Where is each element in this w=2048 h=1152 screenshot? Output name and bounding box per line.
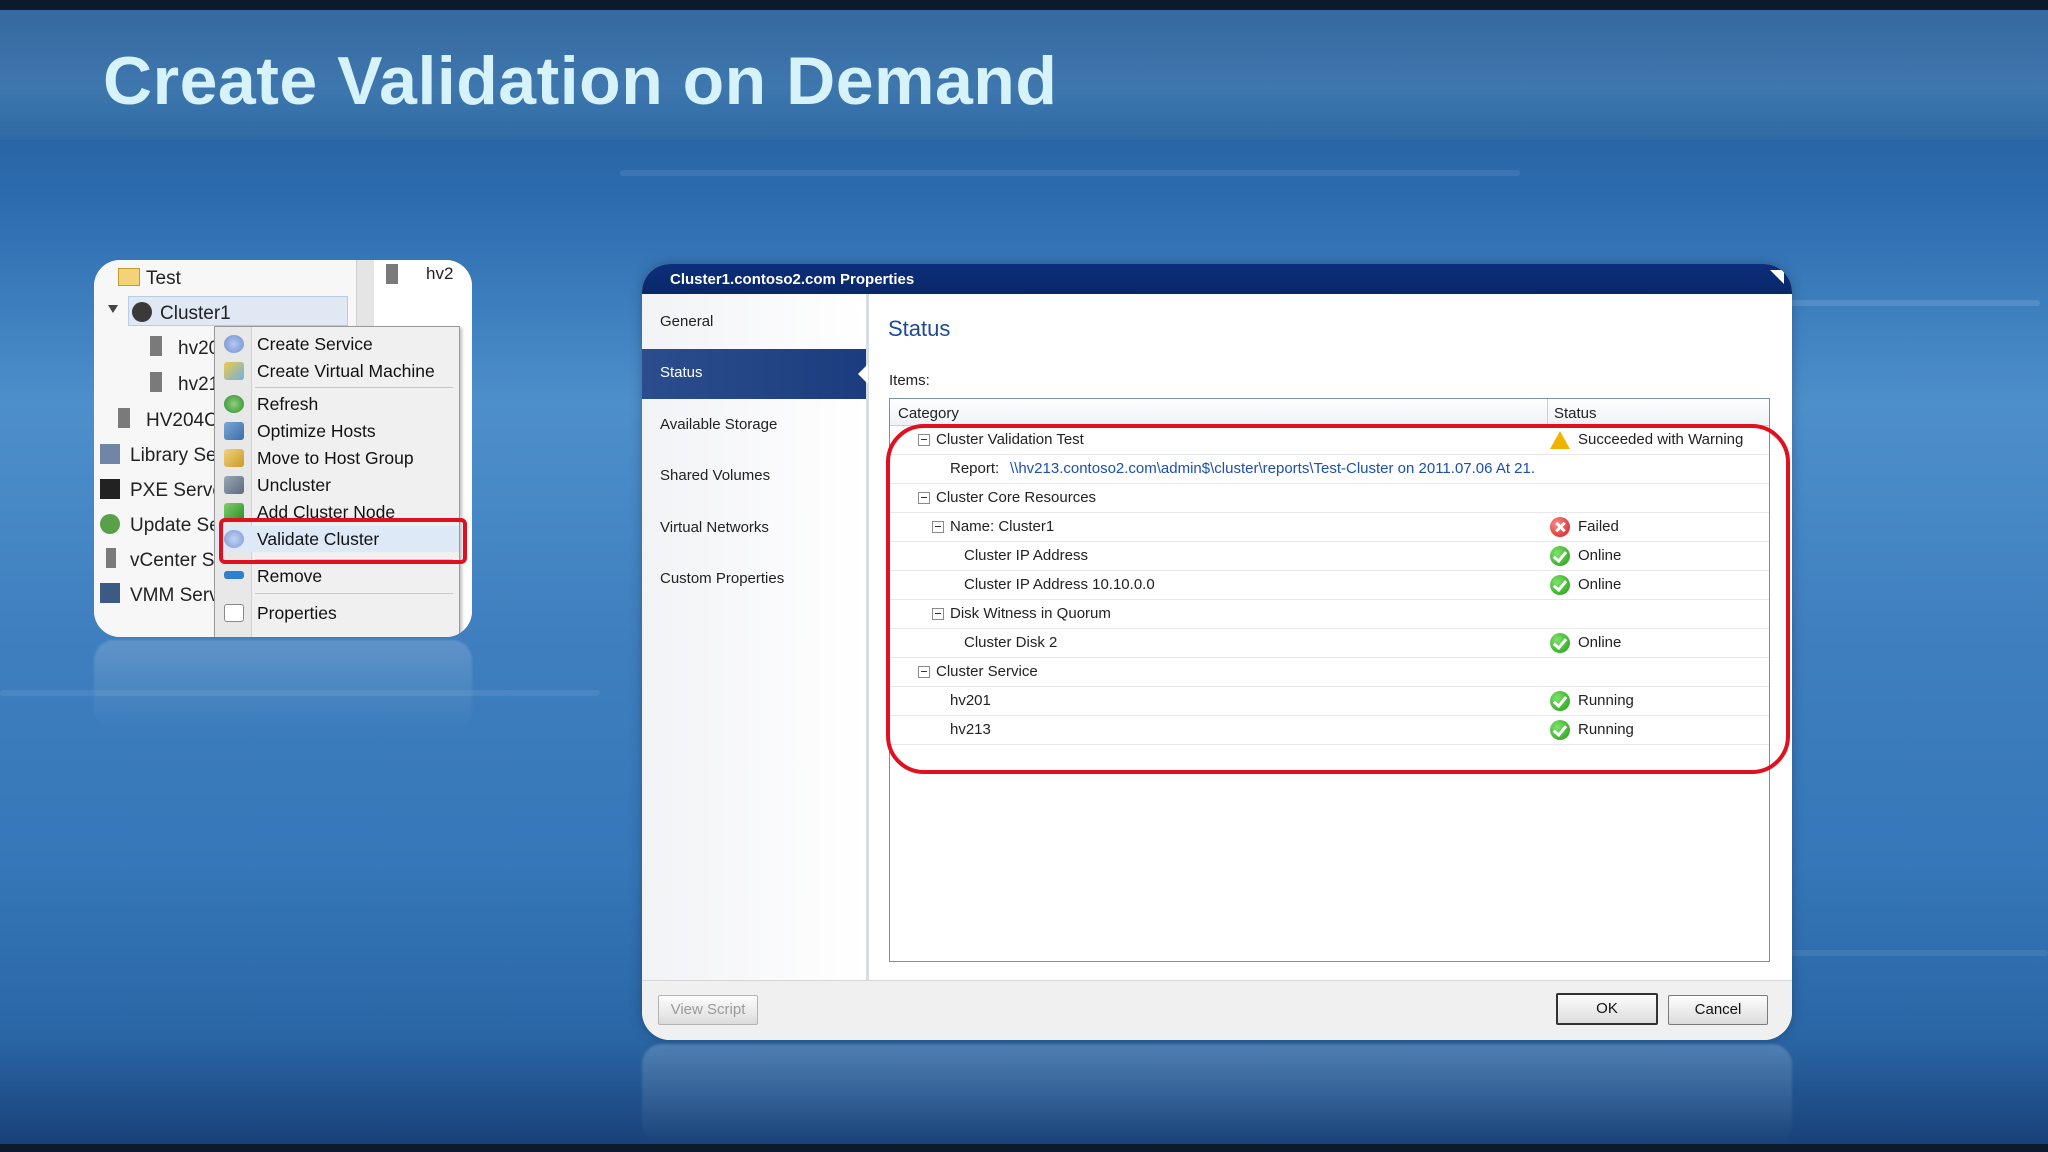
menu-separator [255, 593, 453, 594]
server-icon [106, 548, 116, 568]
create-vm-icon [224, 362, 244, 380]
vmm-tree-panel: Test Cluster1 hv20 hv21 HV204C Library S… [94, 260, 472, 637]
column-divider[interactable] [1547, 399, 1548, 425]
dialog-reflection [642, 1044, 1792, 1144]
folder-icon [118, 268, 140, 286]
menu-item-move-to-host-group[interactable]: Move to Host Group [215, 445, 459, 471]
nav-shared-volumes[interactable]: Shared Volumes [642, 452, 866, 502]
tree-item-cluster1[interactable]: Cluster1 [160, 303, 231, 325]
vmm-server-icon [100, 583, 120, 603]
cluster-icon [132, 302, 152, 322]
nav-virtual-networks[interactable]: Virtual Networks [642, 504, 866, 554]
menu-item-properties[interactable]: Properties [215, 600, 459, 626]
create-service-icon [224, 335, 244, 353]
move-to-host-group-icon [224, 449, 244, 467]
server-icon [386, 264, 398, 284]
view-script-button[interactable]: View Script [658, 995, 758, 1025]
grid-header: Category Status [890, 399, 1769, 426]
column-header-category[interactable]: Category [898, 405, 959, 422]
nav-status[interactable]: Status [642, 349, 868, 399]
optimize-hosts-icon [224, 422, 244, 440]
properties-icon [224, 604, 244, 622]
expand-arrow-icon[interactable] [108, 305, 118, 313]
pxe-server-icon [100, 479, 120, 499]
dialog-titlebar[interactable]: Cluster1.contoso2.com Properties [642, 264, 1792, 294]
top-border [0, 0, 2048, 10]
menu-item-create-virtual-machine[interactable]: Create Virtual Machine [215, 358, 459, 384]
nav-available-storage[interactable]: Available Storage [642, 401, 866, 451]
bottom-border [0, 1144, 2048, 1152]
tree-item-library-server[interactable]: Library Se [130, 445, 217, 467]
uncluster-icon [224, 476, 244, 494]
page-title: Status [888, 316, 951, 341]
menu-item-remove[interactable]: Remove [215, 563, 459, 589]
menu-item-refresh[interactable]: Refresh [215, 391, 459, 417]
cluster-properties-dialog: Cluster1.contoso2.com Properties General… [642, 264, 1792, 1040]
menu-item-create-service[interactable]: Create Service [215, 331, 459, 357]
menu-item-uncluster[interactable]: Uncluster [215, 472, 459, 498]
ok-button[interactable]: OK [1556, 993, 1658, 1025]
column-header-status[interactable]: Status [1554, 405, 1597, 422]
refresh-icon [224, 395, 244, 413]
server-icon [150, 336, 162, 356]
server-icon [150, 372, 162, 392]
library-icon [100, 444, 120, 464]
left-panel-reflection [94, 640, 472, 730]
tree-item-update-server[interactable]: Update Se [130, 515, 220, 537]
tree-item-test[interactable]: Test [146, 268, 181, 290]
tree-item-host[interactable]: HV204C [146, 410, 218, 432]
background-streak [620, 170, 1520, 176]
menu-item-optimize-hosts[interactable]: Optimize Hosts [215, 418, 459, 444]
nav-general[interactable]: General [642, 298, 866, 348]
cancel-button[interactable]: Cancel [1668, 995, 1768, 1025]
server-icon [118, 408, 130, 428]
remove-icon [224, 571, 244, 579]
tree-item-vmm-server[interactable]: VMM Serv [130, 585, 219, 607]
dialog-footer: View Script OK Cancel [642, 980, 1792, 1040]
validate-cluster-highlight [219, 518, 467, 564]
tree-item-vcenter-server[interactable]: vCenter Se [130, 550, 225, 572]
menu-separator [255, 387, 453, 388]
nav-custom-properties[interactable]: Custom Properties [642, 555, 866, 605]
tree-item-pxe-server[interactable]: PXE Serve [130, 480, 223, 502]
items-label: Items: [889, 372, 930, 389]
slide-title: Create Validation on Demand [103, 43, 1058, 119]
host-list-item[interactable]: hv2 [426, 264, 453, 284]
context-menu: Create Service Create Virtual Machine Re… [214, 326, 460, 637]
update-server-icon [100, 514, 120, 534]
dialog-title: Cluster1.contoso2.com Properties [670, 271, 915, 288]
dialog-corner-icon [1770, 270, 1784, 284]
dialog-nav: General Status Available Storage Shared … [642, 294, 869, 980]
status-rows-highlight [886, 424, 1790, 774]
